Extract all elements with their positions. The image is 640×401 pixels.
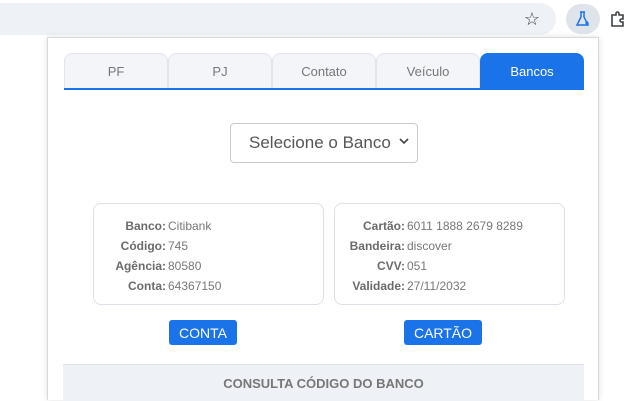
bank-code-lookup-header[interactable]: CONSULTA CÓDIGO DO BANCO	[63, 364, 584, 401]
cvv-row: CVV: 051	[335, 256, 564, 276]
conta-button[interactable]: CONTA	[169, 320, 237, 345]
account-card: Banco: Citibank Código: 745 Agência: 805…	[93, 203, 324, 305]
tab-contato[interactable]: Contato	[272, 53, 376, 88]
code-row: Código: 745	[94, 236, 323, 256]
agency-value: 80580	[168, 259, 202, 273]
address-bar[interactable]	[0, 3, 556, 35]
validity-row: Validade: 27/11/2032	[335, 276, 564, 296]
bank-select-value: Selecione o Banco	[249, 133, 391, 152]
brand-value: discover	[407, 239, 452, 253]
bank-row: Banco: Citibank	[94, 216, 323, 236]
tab-veiculo[interactable]: Veículo	[376, 53, 480, 88]
bank-label: Banco:	[125, 219, 166, 233]
account-row: Conta: 64367150	[94, 276, 323, 296]
code-label: Código:	[120, 239, 166, 253]
credit-card-card: Cartão: 6011 1888 2679 8289 Bandeira: di…	[334, 203, 565, 305]
chevron-down-icon	[399, 138, 409, 145]
code-value: 745	[168, 239, 189, 253]
browser-toolbar: ☆	[0, 0, 640, 38]
validity-value: 27/11/2032	[407, 279, 467, 293]
flask-icon[interactable]	[566, 4, 600, 34]
cartao-button[interactable]: CARTÃO	[404, 320, 482, 345]
bank-value: Citibank	[168, 219, 212, 233]
tab-pj[interactable]: PJ	[168, 53, 272, 88]
account-label: Conta:	[128, 279, 166, 293]
extension-popup: PF PJ Contato Veículo Bancos Selecione o…	[47, 37, 599, 401]
card-number-value: 6011 1888 2679 8289	[407, 219, 523, 233]
star-icon[interactable]: ☆	[520, 7, 544, 31]
brand-label: Bandeira:	[349, 239, 405, 253]
brand-row: Bandeira: discover	[335, 236, 564, 256]
validity-label: Validade:	[352, 279, 405, 293]
card-number-row: Cartão: 6011 1888 2679 8289	[335, 216, 564, 236]
card-number-label: Cartão:	[362, 219, 405, 233]
tab-bar: PF PJ Contato Veículo Bancos	[64, 53, 584, 90]
puzzle-icon[interactable]	[606, 7, 630, 31]
agency-label: Agência:	[115, 259, 166, 273]
cvv-label: CVV:	[376, 259, 405, 273]
agency-row: Agência: 80580	[94, 256, 323, 276]
tab-bancos[interactable]: Bancos	[480, 53, 584, 88]
bank-select[interactable]: Selecione o Banco	[230, 123, 418, 163]
cvv-value: 051	[407, 259, 428, 273]
account-value: 64367150	[168, 279, 222, 293]
tab-pf[interactable]: PF	[64, 53, 168, 88]
